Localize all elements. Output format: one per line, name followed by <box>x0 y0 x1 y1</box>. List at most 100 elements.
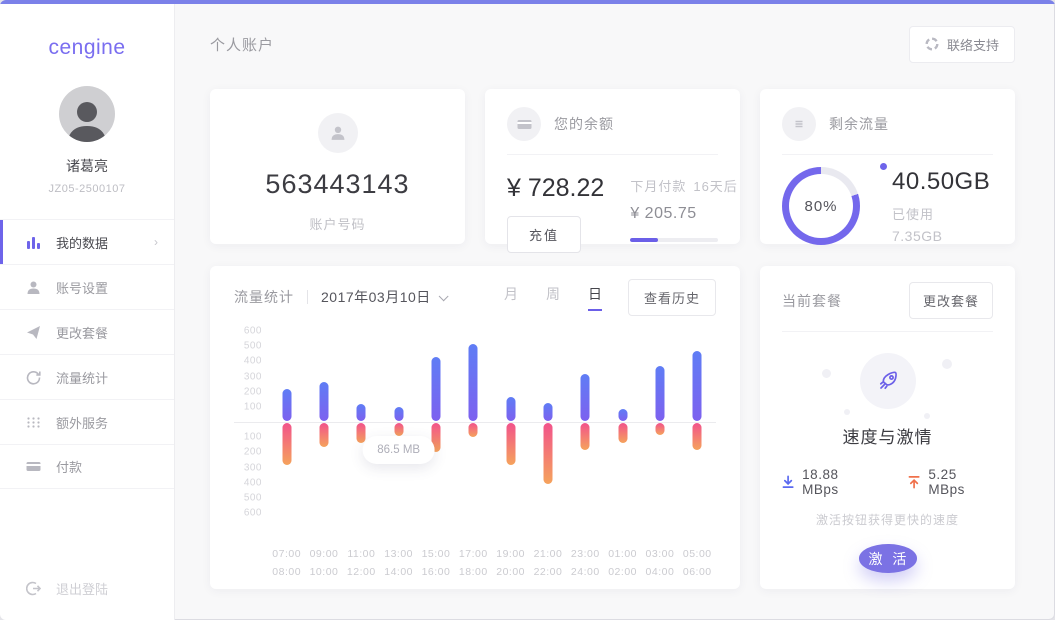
bar-upload-segment[interactable] <box>618 409 627 421</box>
tab-week[interactable]: 周 <box>546 284 560 311</box>
y-tick: 500 <box>244 341 262 352</box>
balance-amount: ¥ 728.22 <box>507 174 604 203</box>
bar-upload-segment[interactable] <box>693 351 702 421</box>
y-tick: 100 <box>244 401 262 412</box>
logout-button[interactable]: 退出登陆 <box>24 579 108 598</box>
bar-upload-segment[interactable] <box>319 382 328 421</box>
sidebar-item-change-plan[interactable]: 更改套餐 <box>0 309 174 354</box>
sidebar-item-my-data[interactable]: 我的数据 › <box>0 219 174 264</box>
data-remaining-value: 40.50GB <box>884 168 990 196</box>
bar-download-segment[interactable] <box>581 423 590 450</box>
bar-upload-segment[interactable] <box>543 403 552 421</box>
sidebar-item-account-settings[interactable]: 账号设置 <box>0 264 174 309</box>
bar-download-segment[interactable] <box>319 423 328 447</box>
bar-download-segment[interactable] <box>543 423 552 484</box>
bar-group[interactable] <box>679 324 716 520</box>
download-speed-value: 18.88 MBps <box>802 467 874 497</box>
vertical-divider <box>307 290 308 304</box>
bar-download-segment[interactable] <box>506 423 515 465</box>
download-icon <box>782 475 794 489</box>
chart-date-dropdown[interactable]: 2017年03月10日 <box>321 287 445 307</box>
tab-month[interactable]: 月 <box>504 284 518 311</box>
data-donut-chart: 80% <box>782 167 860 245</box>
main-header: 个人账户 联络支持 <box>210 26 1015 62</box>
sidebar-item-traffic-stats[interactable]: 流量统计 <box>0 354 174 399</box>
bar-upload-segment[interactable] <box>655 366 664 421</box>
bar-group[interactable] <box>417 324 454 520</box>
sync-icon <box>24 368 42 386</box>
x-tick: 11:0012:00 <box>343 546 380 582</box>
chart-title: 流量统计 <box>234 287 294 307</box>
x-tick: 03:0004:00 <box>641 546 678 582</box>
bar-download-segment[interactable] <box>693 423 702 450</box>
bar-download-segment[interactable] <box>469 423 478 437</box>
next-payment-block: 下月付款16天后 ¥ 205.75 <box>630 170 718 253</box>
bar-group[interactable] <box>492 324 529 520</box>
recharge-button[interactable]: 充值 <box>507 216 581 253</box>
x-tick: 13:0014:00 <box>380 546 417 582</box>
y-tick: 200 <box>244 447 262 458</box>
decor-dot <box>844 409 850 415</box>
app-window: cengine 诸葛亮 JZ05-2500107 我的数据 › <box>0 0 1055 620</box>
bar-chart-icon <box>24 233 42 251</box>
view-history-button[interactable]: 查看历史 <box>628 279 716 316</box>
x-tick: 21:0022:00 <box>529 546 566 582</box>
chart-range-tabs: 月 周 日 <box>476 284 602 311</box>
bar-upload-segment[interactable] <box>581 374 590 421</box>
user-name: 诸葛亮 <box>0 156 174 176</box>
sidebar-item-extra-services[interactable]: 额外服务 <box>0 399 174 444</box>
change-plan-button[interactable]: 更改套餐 <box>909 282 993 319</box>
logout-label: 退出登陆 <box>56 579 108 598</box>
bar-download-segment[interactable] <box>282 423 291 465</box>
menu-lines-icon <box>792 117 806 131</box>
bar-group[interactable] <box>380 324 417 520</box>
contact-support-label: 联络支持 <box>947 35 999 54</box>
bar-upload-segment[interactable] <box>506 397 515 421</box>
bottom-row: 流量统计 2017年03月10日 月 周 日 查看历史 <box>210 266 1015 589</box>
bar-group[interactable] <box>455 324 492 520</box>
bar-download-segment[interactable] <box>655 423 664 435</box>
tab-day[interactable]: 日 <box>588 284 602 311</box>
user-icon <box>24 278 42 296</box>
current-plan-card: 当前套餐 更改套餐 <box>760 266 1015 589</box>
bar-group[interactable] <box>305 324 342 520</box>
paper-plane-icon <box>24 323 42 341</box>
bullet-dot-icon <box>880 163 887 170</box>
sidebar-item-label: 流量统计 <box>56 368 108 387</box>
avatar <box>59 86 115 142</box>
y-tick: 300 <box>244 371 262 382</box>
user-icon <box>330 125 346 141</box>
bar-group[interactable] <box>343 324 380 520</box>
bar-upload-segment[interactable] <box>282 389 291 421</box>
bar-upload-segment[interactable] <box>394 407 403 421</box>
data-card-title: 剩余流量 <box>829 114 889 134</box>
activate-button[interactable]: 激 活 <box>859 544 917 573</box>
balance-card: 您的余额 ¥ 728.22 充值 下月付款16天后 ¥ 205.75 <box>485 89 740 244</box>
brand-logo: cengine <box>0 36 174 60</box>
lifebuoy-icon <box>925 37 939 51</box>
bar-group[interactable] <box>268 324 305 520</box>
y-tick: 400 <box>244 477 262 488</box>
bar-group[interactable] <box>641 324 678 520</box>
page-title: 个人账户 <box>210 34 274 55</box>
y-tick: 100 <box>244 432 262 443</box>
x-tick: 07:0008:00 <box>268 546 305 582</box>
logout-icon <box>24 580 42 598</box>
bar-download-segment[interactable] <box>618 423 627 443</box>
bar-download-segment[interactable] <box>394 423 403 436</box>
sidebar: cengine 诸葛亮 JZ05-2500107 我的数据 › <box>0 4 175 620</box>
bar-upload-segment[interactable] <box>357 404 366 421</box>
sidebar-item-label: 额外服务 <box>56 413 108 432</box>
bar-group[interactable] <box>567 324 604 520</box>
contact-support-button[interactable]: 联络支持 <box>909 26 1015 63</box>
next-payment-label: 下月付款 <box>630 179 686 194</box>
bar-group[interactable] <box>604 324 641 520</box>
bar-upload-segment[interactable] <box>469 344 478 421</box>
chevron-down-icon <box>438 291 448 301</box>
decor-dot <box>924 413 930 419</box>
bar-upload-segment[interactable] <box>431 357 440 421</box>
sidebar-item-payment[interactable]: 付款 <box>0 444 174 489</box>
sidebar-item-label: 付款 <box>56 457 82 476</box>
user-id: JZ05-2500107 <box>0 183 174 195</box>
bar-group[interactable] <box>529 324 566 520</box>
